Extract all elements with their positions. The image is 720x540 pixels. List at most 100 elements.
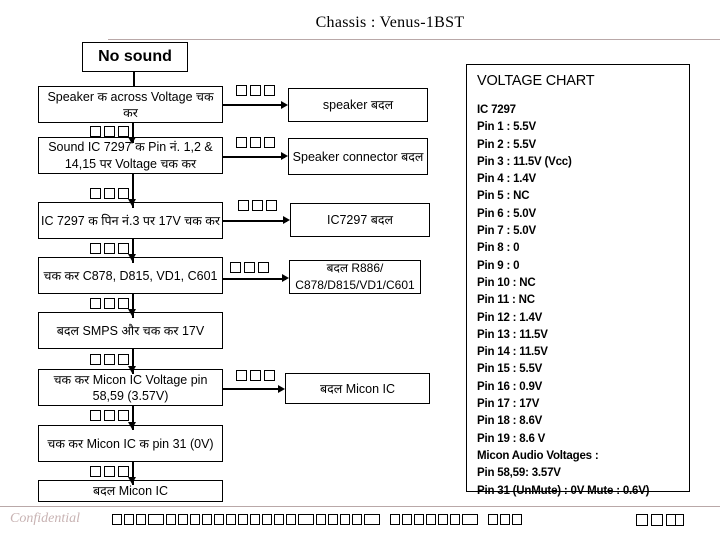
missing-glyph-icon <box>90 243 101 254</box>
missing-glyph-icon <box>104 126 115 137</box>
flow-box-replace-r886[interactable]: बदल R886/ C878/D815/VD1/C601 <box>289 260 421 294</box>
connector-label-glyphs-v5 <box>90 354 129 365</box>
page-title: Chassis : Venus-1BST <box>315 14 465 31</box>
missing-glyph-icon <box>414 514 424 525</box>
page-number-glyphs <box>636 514 684 526</box>
missing-glyph-icon <box>262 514 272 525</box>
missing-glyph-icon <box>636 514 648 526</box>
missing-glyph-icon <box>112 514 122 525</box>
missing-glyph-icon <box>90 188 101 199</box>
missing-glyph-icon <box>250 514 260 525</box>
missing-glyph-icon <box>402 514 412 525</box>
missing-glyph-icon <box>90 410 101 421</box>
voltage-chart-pin-row: Pin 19 : 8.6 V <box>477 432 546 445</box>
flow-box-label: बदल SMPS और चक कर 17V <box>56 323 205 338</box>
flow-box-replace-smps[interactable]: बदल SMPS और चक कर 17V <box>38 312 223 349</box>
voltage-chart-list: IC 7297 Pin 1 : 5.5V Pin 2 : 5.5V Pin 3 … <box>477 102 689 500</box>
missing-glyph-icon <box>352 514 362 525</box>
voltage-chart-pin-row: Pin 6 : 5.0V <box>477 207 536 220</box>
missing-glyph-icon <box>118 466 129 477</box>
missing-glyph-icon <box>230 262 241 273</box>
missing-glyph-icon <box>264 85 275 96</box>
flow-box-replace-micon[interactable]: बदल Micon IC <box>285 373 430 404</box>
missing-glyph-icon <box>264 370 275 381</box>
missing-glyph-icon <box>426 514 436 525</box>
footer-text-glyphs <box>112 514 522 525</box>
flow-start-box[interactable]: No sound <box>82 42 188 72</box>
missing-glyph-icon <box>90 298 101 309</box>
connector-horizontal-2 <box>223 156 285 159</box>
voltage-chart-pin-row: Pin 2 : 5.5V <box>477 138 536 151</box>
voltage-chart-pin-row: Pin 9 : 0 <box>477 259 520 272</box>
voltage-chart-pin-row: Pin 3 : 11.5V (Vcc) <box>477 155 572 168</box>
header-divider <box>108 39 720 40</box>
missing-glyph-icon <box>286 514 296 525</box>
flow-box-replace-speaker-connector[interactable]: Speaker connector बदल <box>288 138 428 175</box>
flow-box-check-micon-pin31[interactable]: चक कर Micon IC क pin 31 (0V) <box>38 425 223 462</box>
connector-label-glyphs-h4 <box>230 262 269 273</box>
flow-box-label: speaker बदल <box>322 98 394 112</box>
voltage-chart-pin-row: Pin 8 : 0 <box>477 242 520 255</box>
flow-box-check-speaker-voltage[interactable]: Speaker क across Voltage चक कर <box>38 86 223 123</box>
glyph-gap <box>480 519 486 520</box>
missing-glyph-icon <box>202 514 212 525</box>
missing-glyph-icon <box>500 514 510 525</box>
missing-glyph-icon <box>340 514 350 525</box>
missing-glyph-icon <box>104 410 115 421</box>
missing-glyph-icon <box>214 514 224 525</box>
flow-box-check-components[interactable]: चक कर C878, D815, VD1, C601 <box>38 257 223 294</box>
arrow-down-4 <box>128 309 136 316</box>
flow-box-label: Speaker क across Voltage चक कर <box>47 89 214 120</box>
connector-horizontal-4 <box>223 278 286 281</box>
flow-box-label: चक कर Micon IC क pin 31 (0V) <box>47 436 214 451</box>
voltage-chart-pin-row: Pin 12 : 1.4V <box>477 311 543 324</box>
footer-divider <box>0 506 720 507</box>
voltage-chart-title: VOLTAGE CHART <box>477 73 595 89</box>
voltage-chart-pin-row: Pin 5 : NC <box>477 190 530 203</box>
missing-glyph-icon <box>244 262 255 273</box>
missing-glyph-icon <box>236 137 247 148</box>
missing-glyph-icon <box>236 85 247 96</box>
flow-box-label: IC 7297 क पिन नं.3 पर 17V चक कर <box>40 213 221 228</box>
flow-box-label: चक कर Micon IC Voltage pin 58,59 (3.57V) <box>53 372 208 403</box>
connector-horizontal-5 <box>223 388 282 391</box>
missing-glyph-icon <box>118 298 129 309</box>
arrow-right-5 <box>278 385 285 393</box>
missing-glyph-icon <box>104 188 115 199</box>
voltage-chart-pin-row: Pin 16 : 0.9V <box>477 380 543 393</box>
missing-glyph-icon <box>118 188 129 199</box>
missing-glyph-icon <box>316 514 326 525</box>
missing-glyph-icon <box>252 200 263 211</box>
missing-glyph-icon <box>178 514 188 525</box>
connector-label-glyphs-h2 <box>236 137 275 148</box>
flow-box-replace-speaker[interactable]: speaker बदल <box>288 88 428 122</box>
missing-glyph-icon <box>90 126 101 137</box>
missing-glyph-icon <box>238 200 249 211</box>
voltage-chart-ic-heading: IC 7297 <box>477 104 516 116</box>
voltage-chart-pin-row: Pin 10 : NC <box>477 276 536 289</box>
arrow-down-6 <box>128 422 136 429</box>
voltage-chart-pin-row: Pin 11 : NC <box>477 294 535 307</box>
flow-box-label: बदल Micon IC <box>319 381 396 396</box>
missing-glyph-icon <box>104 243 115 254</box>
arrow-down-2 <box>128 199 136 206</box>
voltage-chart-micon-pin-row: Pin 58,59: 3.57V <box>477 467 561 480</box>
missing-glyph-icon <box>364 514 380 525</box>
flow-box-label: बदल Micon IC <box>92 484 169 498</box>
flow-box-check-ic7297-pin3[interactable]: IC 7297 क पिन नं.3 पर 17V चक कर <box>38 202 223 239</box>
confidential-label: Confidential <box>10 511 80 526</box>
connector-label-glyphs-v4 <box>90 298 129 309</box>
missing-glyph-icon <box>136 514 146 525</box>
missing-glyph-icon <box>250 85 261 96</box>
flow-box-check-micon-voltage[interactable]: चक कर Micon IC Voltage pin 58,59 (3.57V) <box>38 369 223 406</box>
missing-glyph-icon <box>118 354 129 365</box>
missing-glyph-icon <box>298 514 314 525</box>
missing-glyph-icon <box>118 126 129 137</box>
flow-box-replace-ic7297[interactable]: IC7297 बदल <box>290 203 430 237</box>
arrow-right-4 <box>282 274 289 282</box>
missing-glyph-icon <box>226 514 236 525</box>
flow-box-label: Speaker connector बदल <box>292 149 424 164</box>
missing-glyph-icon <box>104 354 115 365</box>
connector-label-glyphs-v6 <box>90 410 129 421</box>
missing-glyph-icon <box>238 514 248 525</box>
